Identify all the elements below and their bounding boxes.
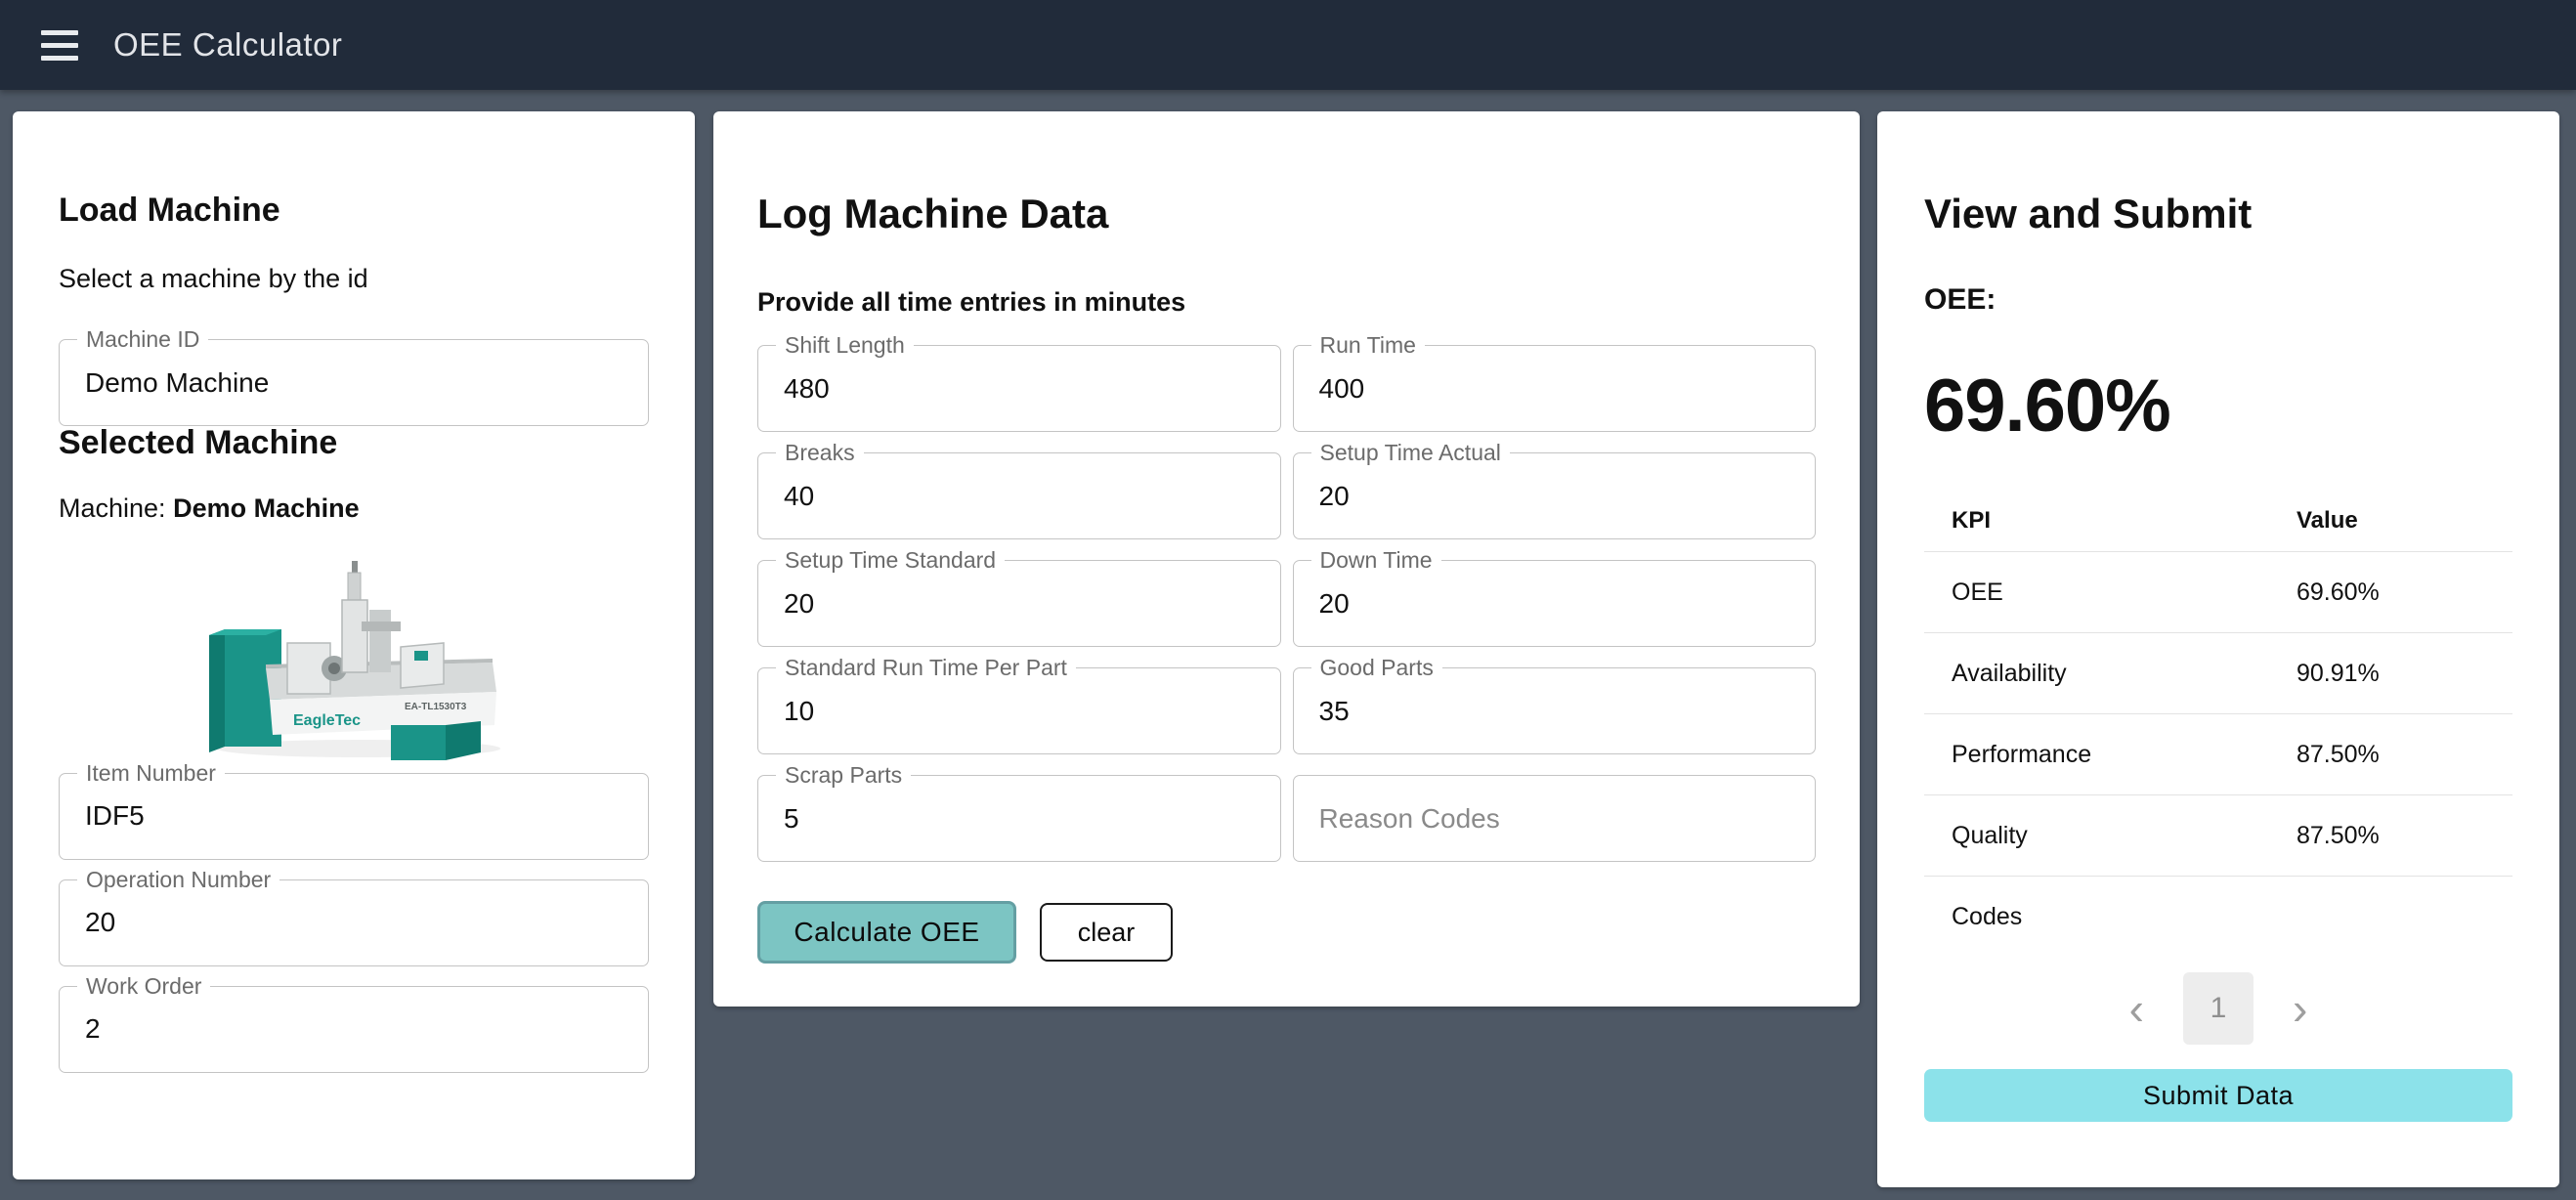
shift-length-label: Shift Length (776, 333, 914, 358)
kpi-cell: Performance (1952, 741, 2297, 769)
setup-time-standard-label: Setup Time Standard (776, 548, 1005, 573)
load-machine-title: Load Machine (59, 193, 649, 227)
oee-value: 69.60% (1924, 369, 2512, 444)
machine-detail-fields: Item Number Operation Number Work Order (59, 773, 649, 1073)
operation-number-input[interactable] (85, 907, 623, 938)
load-machine-card: Load Machine Select a machine by the id … (13, 111, 695, 1179)
kpi-cell: Availability (1952, 660, 2297, 688)
breaks-field: Breaks (757, 452, 1281, 539)
table-row: OEE 69.60% (1924, 551, 2512, 632)
log-data-subtitle: Provide all time entries in minutes (757, 289, 1816, 316)
submit-data-button[interactable]: Submit Data (1924, 1069, 2512, 1122)
reason-codes-input[interactable] (1319, 803, 1790, 835)
good-parts-input[interactable] (1319, 696, 1790, 727)
next-page-icon[interactable]: › (2287, 986, 2313, 1031)
item-number-label: Item Number (77, 761, 225, 786)
scrap-parts-label: Scrap Parts (776, 763, 911, 788)
machine-brand-text: EagleTec (293, 712, 361, 729)
shift-length-input[interactable] (784, 373, 1255, 405)
log-data-title: Log Machine Data (757, 193, 1816, 235)
kpi-cell: Codes (1952, 903, 2297, 931)
selected-machine-line: Machine: Demo Machine (59, 493, 649, 526)
down-time-field: Down Time (1293, 560, 1817, 647)
view-submit-card: View and Submit OEE: 69.60% KPI Value OE… (1877, 111, 2559, 1187)
machine-name: Demo Machine (173, 493, 360, 523)
oee-label: OEE: (1924, 285, 2512, 315)
scrap-parts-field: Scrap Parts (757, 775, 1281, 862)
run-time-input[interactable] (1319, 373, 1790, 405)
standard-run-time-field: Standard Run Time Per Part (757, 667, 1281, 754)
setup-time-standard-field: Setup Time Standard (757, 560, 1281, 647)
view-submit-title: View and Submit (1924, 193, 2512, 235)
value-header: Value (2297, 507, 2485, 535)
table-row: Performance 87.50% (1924, 713, 2512, 794)
value-cell: 87.50% (2297, 741, 2485, 769)
value-cell: 90.91% (2297, 660, 2485, 688)
shift-length-field: Shift Length (757, 345, 1281, 432)
log-machine-data-card: Log Machine Data Provide all time entrie… (713, 111, 1860, 1007)
down-time-label: Down Time (1311, 548, 1441, 573)
standard-run-time-label: Standard Run Time Per Part (776, 656, 1076, 680)
machine-image: EagleTec EA-TL1530T3 (59, 553, 649, 763)
value-cell: 87.50% (2297, 822, 2485, 850)
run-time-field: Run Time (1293, 345, 1817, 432)
calculate-oee-button[interactable]: Calculate OEE (757, 901, 1016, 964)
setup-time-standard-input[interactable] (784, 588, 1255, 620)
kpi-table: KPI Value OEE 69.60% Availability 90.91%… (1924, 491, 2512, 957)
kpi-header: KPI (1952, 507, 2297, 535)
value-cell: 69.60% (2297, 579, 2485, 607)
setup-time-actual-field: Setup Time Actual (1293, 452, 1817, 539)
operation-number-label: Operation Number (77, 868, 279, 892)
app-title: OEE Calculator (113, 26, 342, 64)
work-order-field: Work Order (59, 986, 649, 1073)
run-time-label: Run Time (1311, 333, 1425, 358)
good-parts-label: Good Parts (1311, 656, 1442, 680)
cnc-machine-illustration: EagleTec EA-TL1530T3 (197, 553, 510, 763)
page-1-button[interactable]: 1 (2183, 972, 2254, 1045)
menu-icon (41, 30, 78, 35)
operation-number-field: Operation Number (59, 879, 649, 966)
reason-codes-field (1293, 775, 1817, 862)
work-order-input[interactable] (85, 1013, 623, 1045)
machine-label: Machine: (59, 493, 166, 523)
item-number-input[interactable] (85, 800, 623, 832)
menu-button[interactable] (31, 16, 90, 74)
codes-pagination: ‹ 1 › (1924, 972, 2512, 1045)
setup-time-actual-label: Setup Time Actual (1311, 441, 1510, 465)
selected-machine-title: Selected Machine (59, 426, 649, 459)
setup-time-actual-input[interactable] (1319, 481, 1790, 512)
breaks-input[interactable] (784, 481, 1255, 512)
item-number-field: Item Number (59, 773, 649, 860)
time-entry-grid: Shift Length Run Time Breaks Setup Time … (757, 345, 1816, 862)
standard-run-time-input[interactable] (784, 696, 1255, 727)
previous-page-icon[interactable]: ‹ (2124, 986, 2150, 1031)
kpi-cell: OEE (1952, 579, 2297, 607)
app-bar: OEE Calculator (0, 0, 2576, 90)
table-row: Quality 87.50% (1924, 794, 2512, 876)
kpi-table-header: KPI Value (1924, 491, 2512, 551)
clear-button[interactable]: clear (1040, 903, 1173, 962)
machine-id-input[interactable] (85, 367, 623, 399)
kpi-cell: Quality (1952, 822, 2297, 850)
load-machine-subtitle: Select a machine by the id (59, 266, 649, 292)
machine-id-label: Machine ID (77, 327, 208, 352)
machine-model-text: EA-TL1530T3 (405, 702, 467, 712)
work-order-label: Work Order (77, 974, 210, 999)
table-row: Codes (1924, 876, 2512, 957)
machine-id-field: Machine ID (59, 339, 649, 426)
scrap-parts-input[interactable] (784, 803, 1255, 835)
down-time-input[interactable] (1319, 588, 1790, 620)
table-row: Availability 90.91% (1924, 632, 2512, 713)
breaks-label: Breaks (776, 441, 864, 465)
log-data-actions: Calculate OEE clear (757, 901, 1816, 964)
good-parts-field: Good Parts (1293, 667, 1817, 754)
